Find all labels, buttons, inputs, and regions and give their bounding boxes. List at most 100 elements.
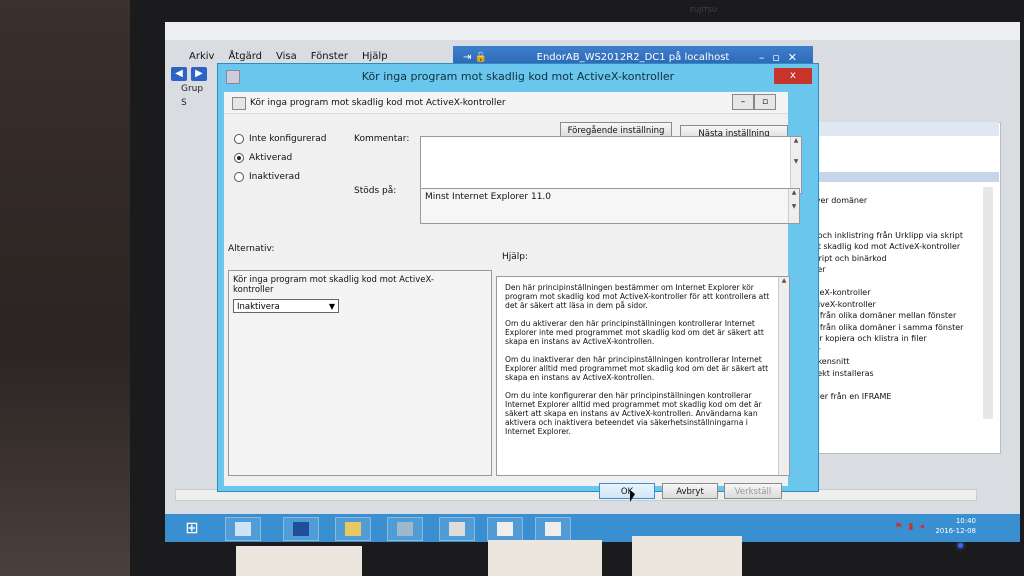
help-paragraph: Om du inaktiverar den här principinställ… xyxy=(505,355,769,382)
menu-visa[interactable]: Visa xyxy=(276,51,297,62)
taskbar: ⊞ ⚑▮◂ 10:40 2016-12-08 xyxy=(165,514,1020,542)
taskbar-doc-2[interactable] xyxy=(535,517,571,541)
list-item[interactable]: r över domäner xyxy=(805,196,985,208)
power-led xyxy=(958,543,963,548)
help-paragraph: Om du inte konfigurerar den här principi… xyxy=(505,391,762,436)
taskbar-server-manager[interactable] xyxy=(225,517,261,541)
taskbar-gpmc[interactable] xyxy=(439,517,475,541)
option-text: Kör inga program mot skadlig kod mot Act… xyxy=(233,275,434,295)
comment-input[interactable]: ▲ ▼ xyxy=(420,136,802,194)
tree-item[interactable]: Grup xyxy=(165,84,215,98)
help-paragraph: Den här principinställningen bestämmer o… xyxy=(505,283,770,310)
chevron-down-icon: ▼ xyxy=(328,302,335,311)
supported-scrollbar[interactable]: ▲ ▼ xyxy=(788,189,799,223)
menu-fonster[interactable]: Fönster xyxy=(311,51,348,62)
menu-atgard[interactable]: Åtgärd xyxy=(228,51,262,62)
list-item[interactable]: SH xyxy=(805,219,985,231)
list-item[interactable] xyxy=(805,380,985,392)
list-item[interactable]: ctiveX-kontroller xyxy=(805,288,985,300)
dialog-title: Kör inga program mot skadlig kod mot Act… xyxy=(361,70,675,83)
help-label: Hjälp: xyxy=(502,252,529,262)
monitor-brand: FUJITSU xyxy=(690,6,718,14)
help-paragraph: Om du aktiverar den här principinställni… xyxy=(505,319,764,346)
document-icon xyxy=(497,522,513,536)
list-item[interactable]: i skript och binärkod xyxy=(805,254,985,266)
list-item[interactable]: mot skadlig kod mot ActiveX-kontroller xyxy=(805,242,985,254)
system-tray-icons[interactable]: ⚑▮◂ xyxy=(894,522,930,532)
menu-arkiv[interactable]: Arkiv xyxy=(189,51,214,62)
screen: Arkiv Åtgärd Visa Fönster Hjälp ◀ ▶ Grup… xyxy=(165,22,1020,542)
help-text: Den här principinställningen bestämmer o… xyxy=(505,283,777,445)
radio-enabled[interactable]: Aktiverad xyxy=(234,151,292,165)
taskbar-app[interactable] xyxy=(387,517,423,541)
option-select[interactable]: Inaktivera ▼ xyxy=(233,299,339,313)
mmc-setting-list: r över domäner ng SH ng och inklistring … xyxy=(805,196,985,426)
policy-dialog: Kör inga program mot skadlig kod mot Act… xyxy=(217,63,819,502)
comment-label: Kommentar: xyxy=(354,134,410,144)
taskbar-doc-1[interactable] xyxy=(487,517,523,541)
server-manager-icon xyxy=(235,522,251,536)
dialog-close-button[interactable]: x xyxy=(774,68,812,84)
list-item[interactable]: ng och inklistring från Urklipp via skri… xyxy=(805,231,985,243)
windows-start-icon[interactable]: ⊞ xyxy=(177,518,207,538)
paper-note xyxy=(236,546,362,576)
pin-icon[interactable]: ⇥ 🔒 xyxy=(463,52,487,63)
help-scrollbar[interactable]: ▲ xyxy=(778,277,789,475)
mmc-tree: Grup S xyxy=(165,84,215,504)
list-item[interactable]: teckensnitt xyxy=(805,357,985,369)
taskbar-clock[interactable]: 10:40 2016-12-08 xyxy=(935,516,976,536)
list-item[interactable]: trol xyxy=(805,415,985,427)
clock-time: 10:40 xyxy=(955,517,976,525)
tree-item[interactable]: S xyxy=(165,98,215,112)
maximize-button[interactable]: ▫ xyxy=(754,94,776,110)
paper-note xyxy=(488,540,602,576)
forward-arrow-icon[interactable]: ▶ xyxy=(191,67,207,81)
right-pane-scrollbar[interactable] xyxy=(983,187,993,419)
supported-field: Minst Internet Explorer 11.0 ▲ ▼ xyxy=(420,188,800,224)
back-arrow-icon[interactable]: ◀ xyxy=(171,67,187,81)
dialog-body: Kör inga program mot skadlig kod mot Act… xyxy=(224,92,802,502)
folder-icon xyxy=(345,522,361,536)
radio-not-configured[interactable]: Inte konfigurerad xyxy=(234,132,326,146)
list-item[interactable]: ActiveX-kontroller xyxy=(805,300,985,312)
ok-button[interactable]: OK xyxy=(599,483,655,499)
radio-circle-icon xyxy=(234,134,244,144)
policy-editor-icon xyxy=(449,522,465,536)
mmc-title-bar xyxy=(165,22,1020,40)
minimize-button[interactable]: – xyxy=(732,94,754,110)
desk-background xyxy=(0,0,150,576)
supported-label: Stöds på: xyxy=(354,186,397,196)
powershell-icon xyxy=(293,522,309,536)
app-icon xyxy=(397,522,413,536)
taskbar-explorer[interactable] xyxy=(335,517,371,541)
paper-note xyxy=(632,536,742,576)
list-item[interactable]: ras från olika domäner mellan fönster xyxy=(805,311,985,323)
option-select-value: Inaktivera xyxy=(237,302,280,312)
radio-circle-icon xyxy=(234,172,244,182)
list-item[interactable]: til xyxy=(805,277,985,289)
menu-hjalp[interactable]: Hjälp xyxy=(362,51,388,62)
comment-scrollbar[interactable]: ▲ ▼ xyxy=(790,137,801,193)
list-item[interactable]: ras från olika domäner i samma fönster xyxy=(805,323,985,335)
list-item[interactable]: nster xyxy=(805,265,985,277)
list-item[interactable]: ng xyxy=(805,208,985,220)
list-item[interactable]: tiv xyxy=(805,403,985,415)
options-label: Alternativ: xyxy=(228,244,275,254)
list-item[interactable]: filer xyxy=(805,346,985,358)
remote-window-controls-icon[interactable]: –▫✕ xyxy=(759,51,805,64)
taskbar-powershell[interactable] xyxy=(283,517,319,541)
radio-circle-checked-icon xyxy=(234,153,244,163)
inner-title: Kör inga program mot skadlig kod mot Act… xyxy=(224,92,788,114)
supported-value: Minst Internet Explorer 11.0 xyxy=(425,192,552,202)
radio-label: Inte konfigurerad xyxy=(249,134,327,144)
list-item[interactable]: objekt installeras xyxy=(805,369,985,381)
apply-button[interactable]: Verkställ xyxy=(724,483,782,499)
help-panel: Den här principinställningen bestämmer o… xyxy=(496,276,790,476)
radio-label: Aktiverad xyxy=(249,153,293,163)
list-item[interactable]: h filer från en IFRAME xyxy=(805,392,985,404)
list-item[interactable]: eller kopiera och klistra in filer xyxy=(805,334,985,346)
radio-disabled[interactable]: Inaktiverad xyxy=(234,170,300,184)
cancel-button[interactable]: Avbryt xyxy=(662,483,718,499)
remote-desktop-title: EndorAB_WS2012R2_DC1 på localhost xyxy=(536,51,730,63)
setting-icon xyxy=(232,97,246,110)
